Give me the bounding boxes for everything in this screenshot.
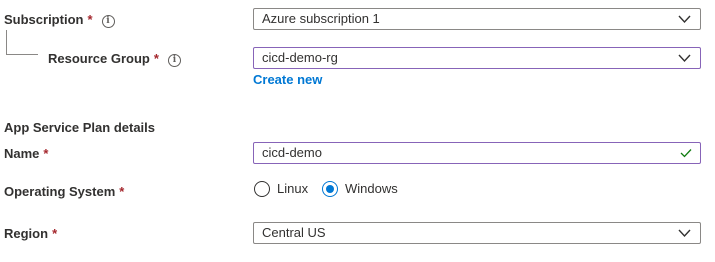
subscription-dropdown[interactable]: Azure subscription 1 (253, 8, 701, 30)
name-value: cicd-demo (262, 145, 322, 160)
operating-system-label-text: Operating System (4, 184, 116, 199)
region-label: Region * (4, 226, 57, 241)
region-label-text: Region (4, 226, 49, 241)
name-label: Name * (4, 146, 48, 161)
required-asterisk: * (52, 226, 58, 241)
checkmark-icon (680, 149, 692, 158)
required-asterisk: * (119, 184, 125, 199)
tree-connector-vertical (6, 30, 7, 54)
radio-checked-icon[interactable] (322, 180, 338, 197)
radio-unchecked-icon[interactable] (254, 180, 270, 197)
subscription-value: Azure subscription 1 (262, 11, 380, 26)
resource-group-label: Resource Group * i (48, 51, 181, 67)
required-asterisk: * (87, 12, 93, 27)
info-icon[interactable]: i (167, 54, 181, 67)
chevron-down-icon (678, 54, 691, 63)
os-radio-linux[interactable]: Linux (254, 180, 308, 197)
radio-label-linux: Linux (277, 181, 309, 197)
info-icon[interactable]: i (101, 15, 115, 28)
chevron-down-icon (678, 229, 691, 238)
operating-system-label: Operating System * (4, 184, 124, 199)
region-dropdown[interactable]: Central US (253, 222, 701, 244)
required-asterisk: * (43, 146, 49, 161)
tree-connector-horizontal (6, 54, 38, 55)
region-value: Central US (262, 225, 326, 240)
section-heading: App Service Plan details (4, 120, 156, 135)
name-label-text: Name (4, 146, 40, 161)
chevron-down-icon (678, 15, 691, 24)
required-asterisk: * (153, 51, 159, 66)
resource-group-label-text: Resource Group (48, 51, 150, 66)
resource-group-dropdown[interactable]: cicd-demo-rg (253, 47, 701, 69)
name-input[interactable]: cicd-demo (253, 142, 701, 164)
os-radio-windows[interactable]: Windows (322, 180, 398, 197)
create-new-link[interactable]: Create new (253, 72, 322, 87)
resource-group-value: cicd-demo-rg (262, 50, 338, 65)
subscription-label-text: Subscription (4, 12, 84, 27)
subscription-label: Subscription * i (4, 12, 115, 28)
radio-label-windows: Windows (345, 181, 398, 197)
